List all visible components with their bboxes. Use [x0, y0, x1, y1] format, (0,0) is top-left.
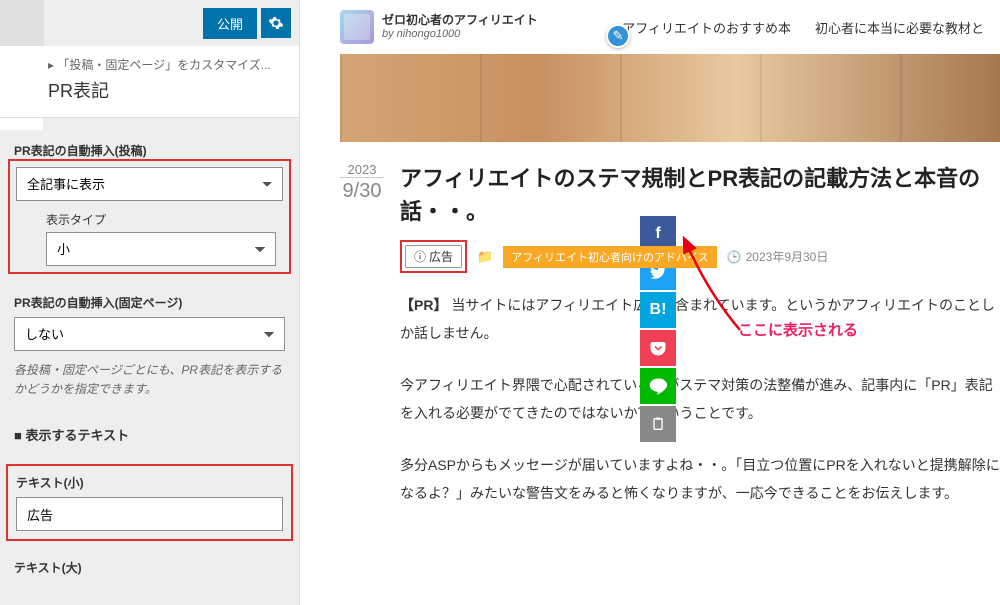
share-line[interactable]: [640, 368, 676, 404]
post-title: アフィリエイトのステマ規制とPR表記の記載方法と本音の話・・。: [400, 162, 1000, 228]
site-name: ゼロ初心者のアフィリエイト: [382, 13, 538, 27]
post-paragraph-3: 多分ASPからもメッセージが届いていますよね・・。「目立つ位置にPRを入れないと…: [400, 451, 1000, 507]
sidebar-collapse[interactable]: [0, 0, 44, 46]
customizer-edit-badge[interactable]: ✎: [606, 24, 630, 48]
category-badge[interactable]: アフィリエイト初心者向けのアドバイス: [503, 246, 716, 268]
section-desc: 各投稿・固定ページごとにも、PR表記を表示するかどうかを指定できます。: [14, 361, 285, 399]
line-icon: [648, 376, 668, 396]
post-paragraph-2: 今アフィリエイト界隈で心配されているのがステマ対策の法整備が進み、記事内に「PR…: [400, 371, 1000, 427]
display-type-select[interactable]: 小: [46, 232, 276, 266]
post-paragraph-1: 【PR】 当サイトにはアフィリエイト広告が含まれています。というかアフィリエイト…: [400, 291, 1000, 347]
publish-button[interactable]: 公開: [203, 8, 257, 39]
post-year: 2023: [340, 162, 384, 177]
logo-image: [340, 10, 374, 44]
hatena-icon: B!: [650, 301, 667, 319]
pocket-icon: [649, 339, 667, 357]
site-tagline: by nihongo1000: [382, 28, 538, 41]
hero-image: [340, 54, 1000, 142]
info-icon: ⓘ: [414, 248, 426, 265]
highlight-box-badge: ⓘ 広告: [400, 240, 467, 273]
breadcrumb: ▸ 「投稿・固定ページ」をカスタマイズ...: [48, 56, 285, 73]
text-large-label: テキスト(大): [14, 559, 285, 576]
page-pr-select[interactable]: しない: [14, 317, 285, 351]
text-section-heading: ■ 表示するテキスト: [14, 425, 285, 450]
pencil-icon: ✎: [613, 28, 624, 44]
highlight-box-1: 全記事に表示 表示タイプ 小: [8, 159, 291, 274]
clipboard-icon: [650, 416, 666, 432]
type-label: 表示タイプ: [46, 211, 283, 228]
share-pocket[interactable]: [640, 330, 676, 366]
nav-link-2[interactable]: 初心者に本当に必要な教材と: [815, 18, 984, 37]
post-month-day: 9/30: [340, 177, 384, 203]
highlight-box-2: テキスト(小): [6, 464, 293, 541]
pr-badge-text: 広告: [429, 248, 453, 265]
post-published-date: 🕒 2023年9月30日: [727, 248, 829, 265]
post-date-block: 2023 9/30: [340, 162, 384, 531]
section-label-page: PR表記の自動挿入(固定ページ): [14, 294, 285, 311]
share-hatena[interactable]: B!: [640, 292, 676, 328]
folder-icon: 📁: [477, 249, 493, 265]
share-copy[interactable]: [640, 406, 676, 442]
gear-icon: [268, 15, 284, 31]
text-small-input[interactable]: [16, 497, 283, 531]
post-pr-select[interactable]: 全記事に表示: [16, 167, 283, 201]
site-logo[interactable]: ゼロ初心者のアフィリエイト by nihongo1000: [340, 10, 538, 44]
panel-title: PR表記: [48, 77, 285, 103]
clock-icon: 🕒: [727, 250, 742, 264]
nav-link-1[interactable]: アフィリエイトのおすすめ本: [622, 18, 791, 37]
settings-gear-button[interactable]: [261, 8, 291, 38]
pr-badge: ⓘ 広告: [405, 245, 462, 268]
section-label-post: PR表記の自動挿入(投稿): [14, 142, 285, 159]
text-small-label: テキスト(小): [16, 474, 283, 491]
